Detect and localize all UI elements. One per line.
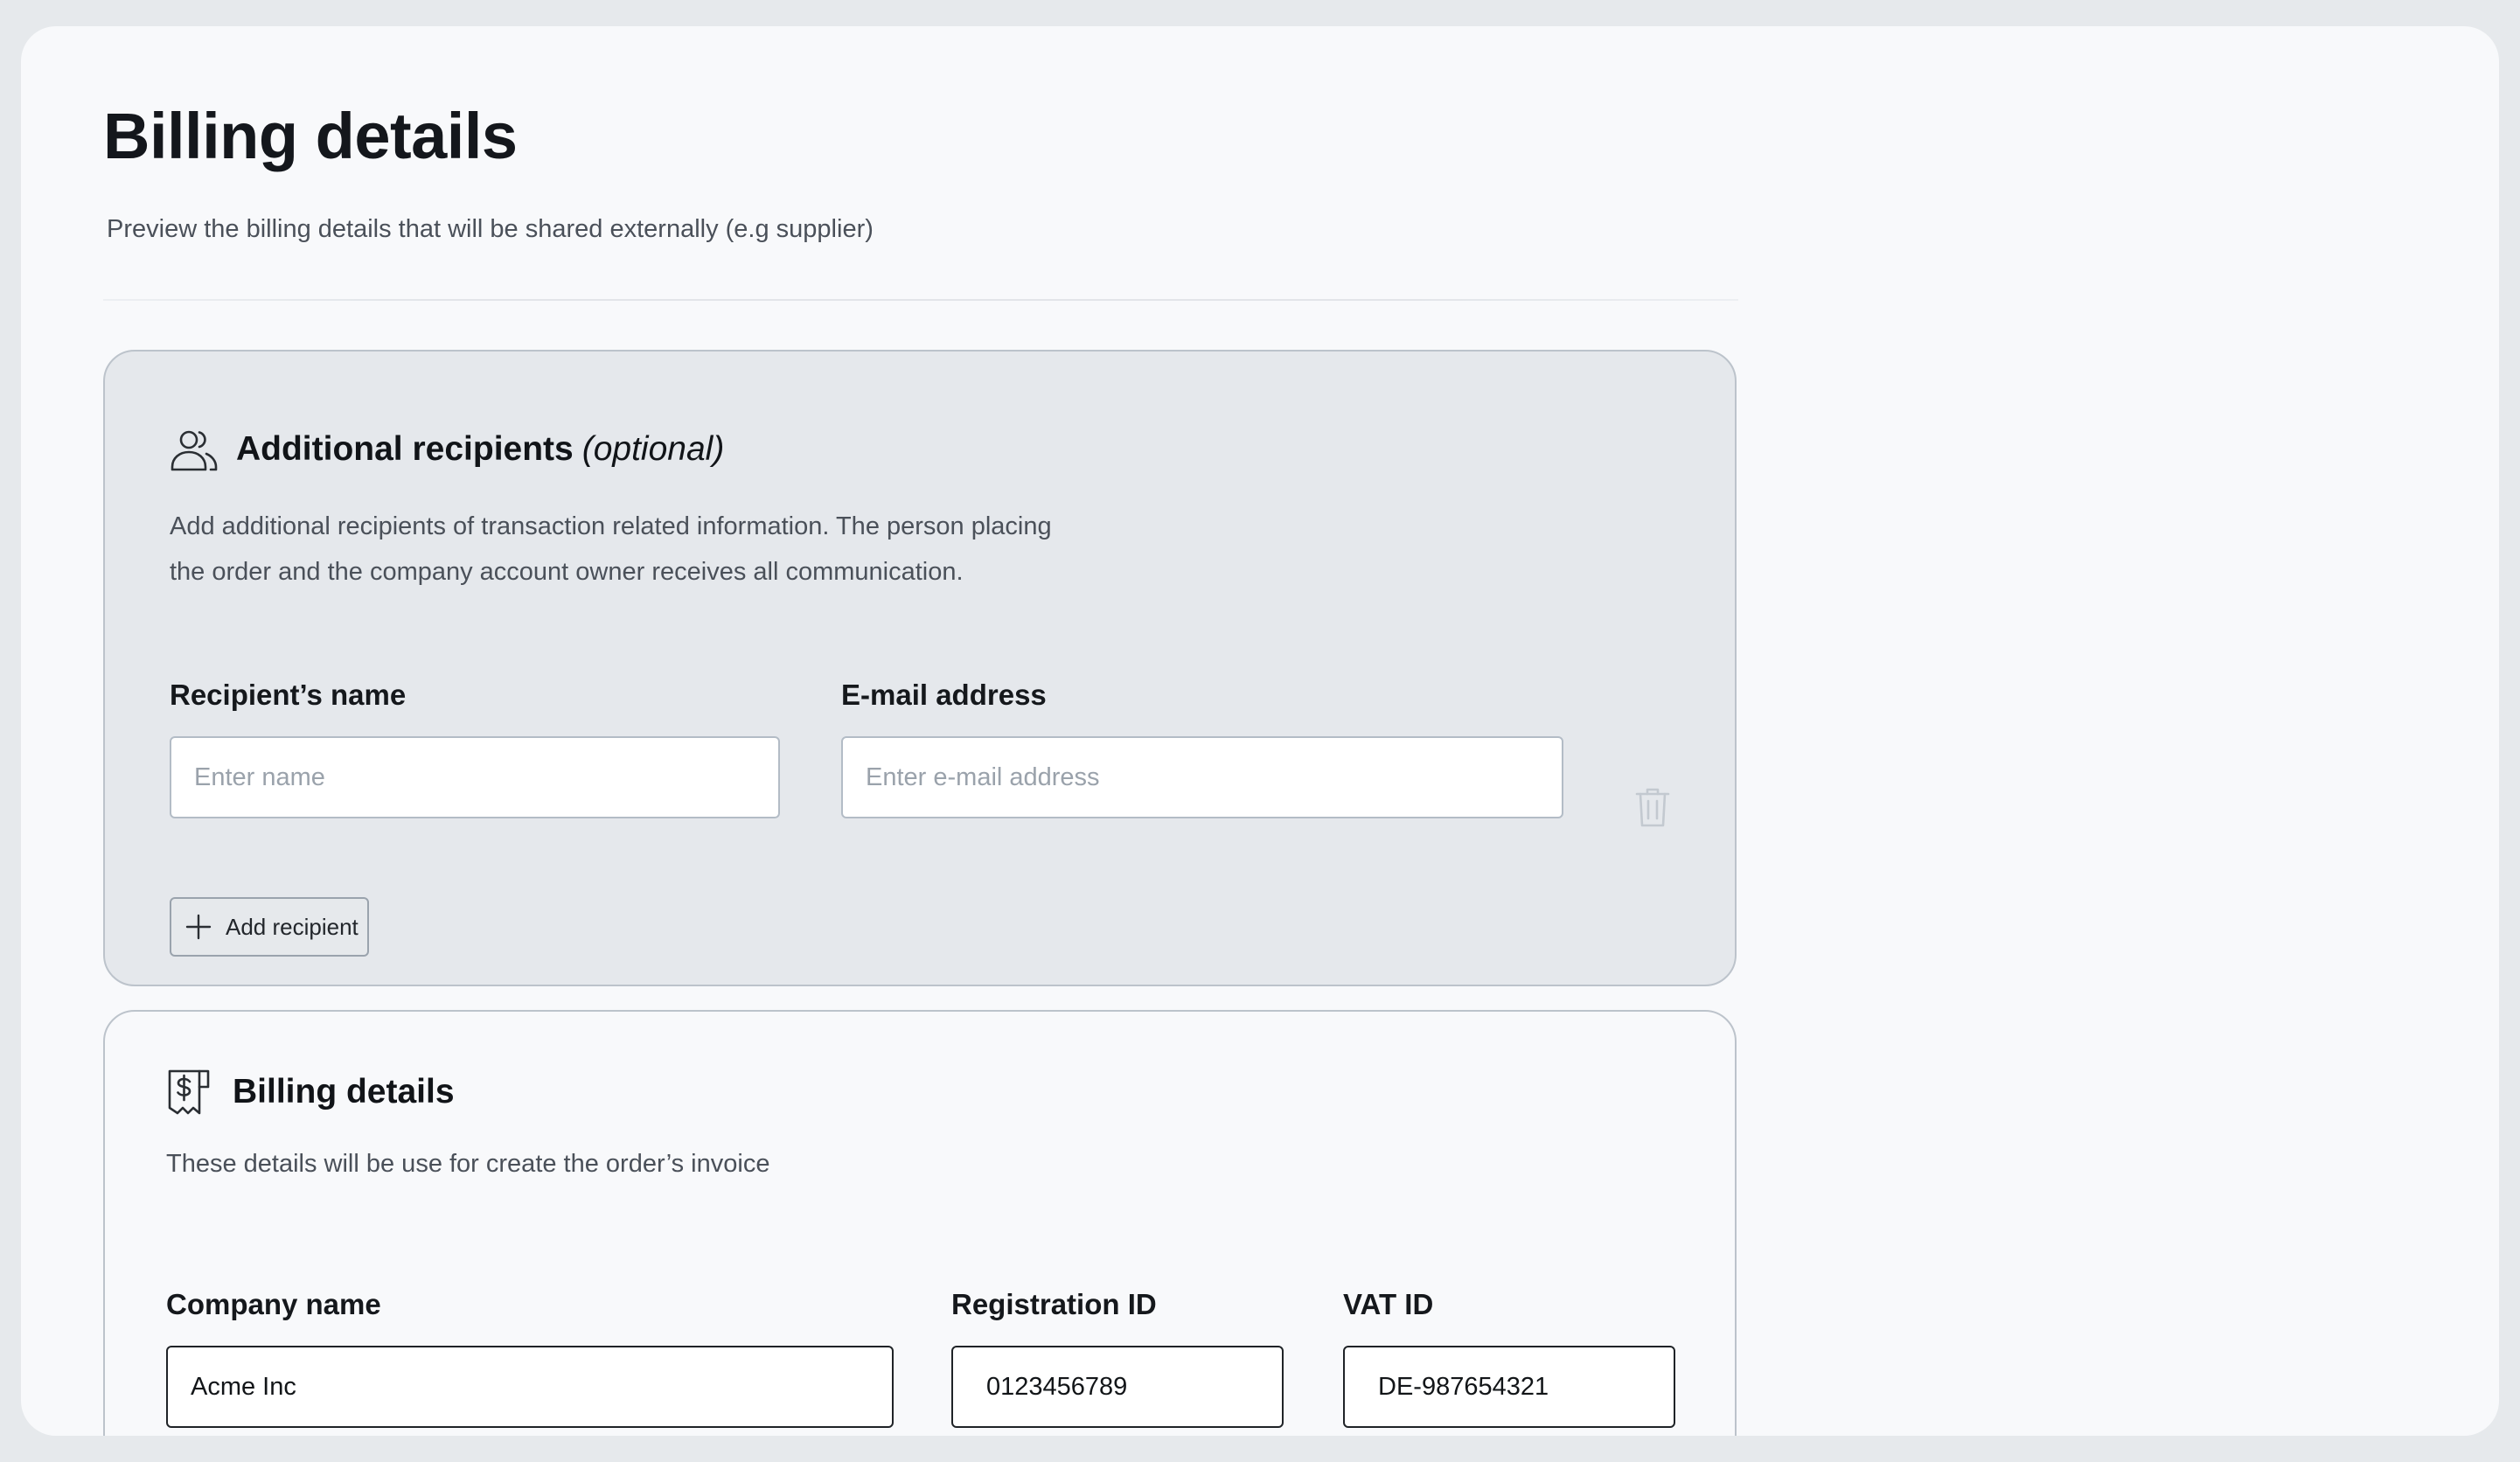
billing-details-panel: Billing details Preview the billing deta… bbox=[21, 26, 2499, 1436]
page-title: Billing details bbox=[103, 100, 518, 172]
add-recipient-label: Add recipient bbox=[226, 913, 359, 940]
page-subtitle: Preview the billing details that will be… bbox=[107, 215, 874, 243]
recipients-description-line1: Add additional recipients of transaction… bbox=[170, 512, 1052, 540]
registration-id-input[interactable] bbox=[951, 1346, 1284, 1428]
billing-details-card: Billing details These details will be us… bbox=[103, 1010, 1737, 1436]
recipients-title: Additional recipients bbox=[236, 430, 574, 468]
recipients-description-line2: the order and the company account owner … bbox=[170, 558, 964, 586]
trash-icon[interactable] bbox=[1633, 785, 1672, 829]
recipient-name-label: Recipient’s name bbox=[170, 679, 407, 711]
billing-title: Billing details bbox=[233, 1073, 455, 1110]
recipients-header: Additional recipients (optional) bbox=[170, 425, 724, 474]
vat-id-label: VAT ID bbox=[1343, 1288, 1434, 1320]
company-name-input[interactable] bbox=[166, 1346, 894, 1428]
recipients-title-optional: (optional) bbox=[581, 430, 725, 468]
recipient-name-input[interactable] bbox=[170, 736, 780, 818]
billing-description: These details will be use for create the… bbox=[166, 1150, 770, 1178]
receipt-dollar-icon bbox=[166, 1068, 215, 1117]
plus-icon bbox=[185, 914, 212, 940]
additional-recipients-card: Additional recipients (optional) Add add… bbox=[103, 350, 1737, 986]
header-divider bbox=[103, 299, 1738, 301]
email-address-input[interactable] bbox=[841, 736, 1563, 818]
billing-header: Billing details bbox=[166, 1068, 455, 1117]
recipients-description: Add additional recipients of transaction… bbox=[170, 504, 1052, 595]
vat-id-input[interactable] bbox=[1343, 1346, 1675, 1428]
users-icon bbox=[170, 425, 219, 474]
company-name-label: Company name bbox=[166, 1288, 381, 1320]
email-address-label: E-mail address bbox=[841, 679, 1047, 711]
add-recipient-button[interactable]: Add recipient bbox=[170, 897, 369, 957]
registration-id-label: Registration ID bbox=[951, 1288, 1157, 1320]
